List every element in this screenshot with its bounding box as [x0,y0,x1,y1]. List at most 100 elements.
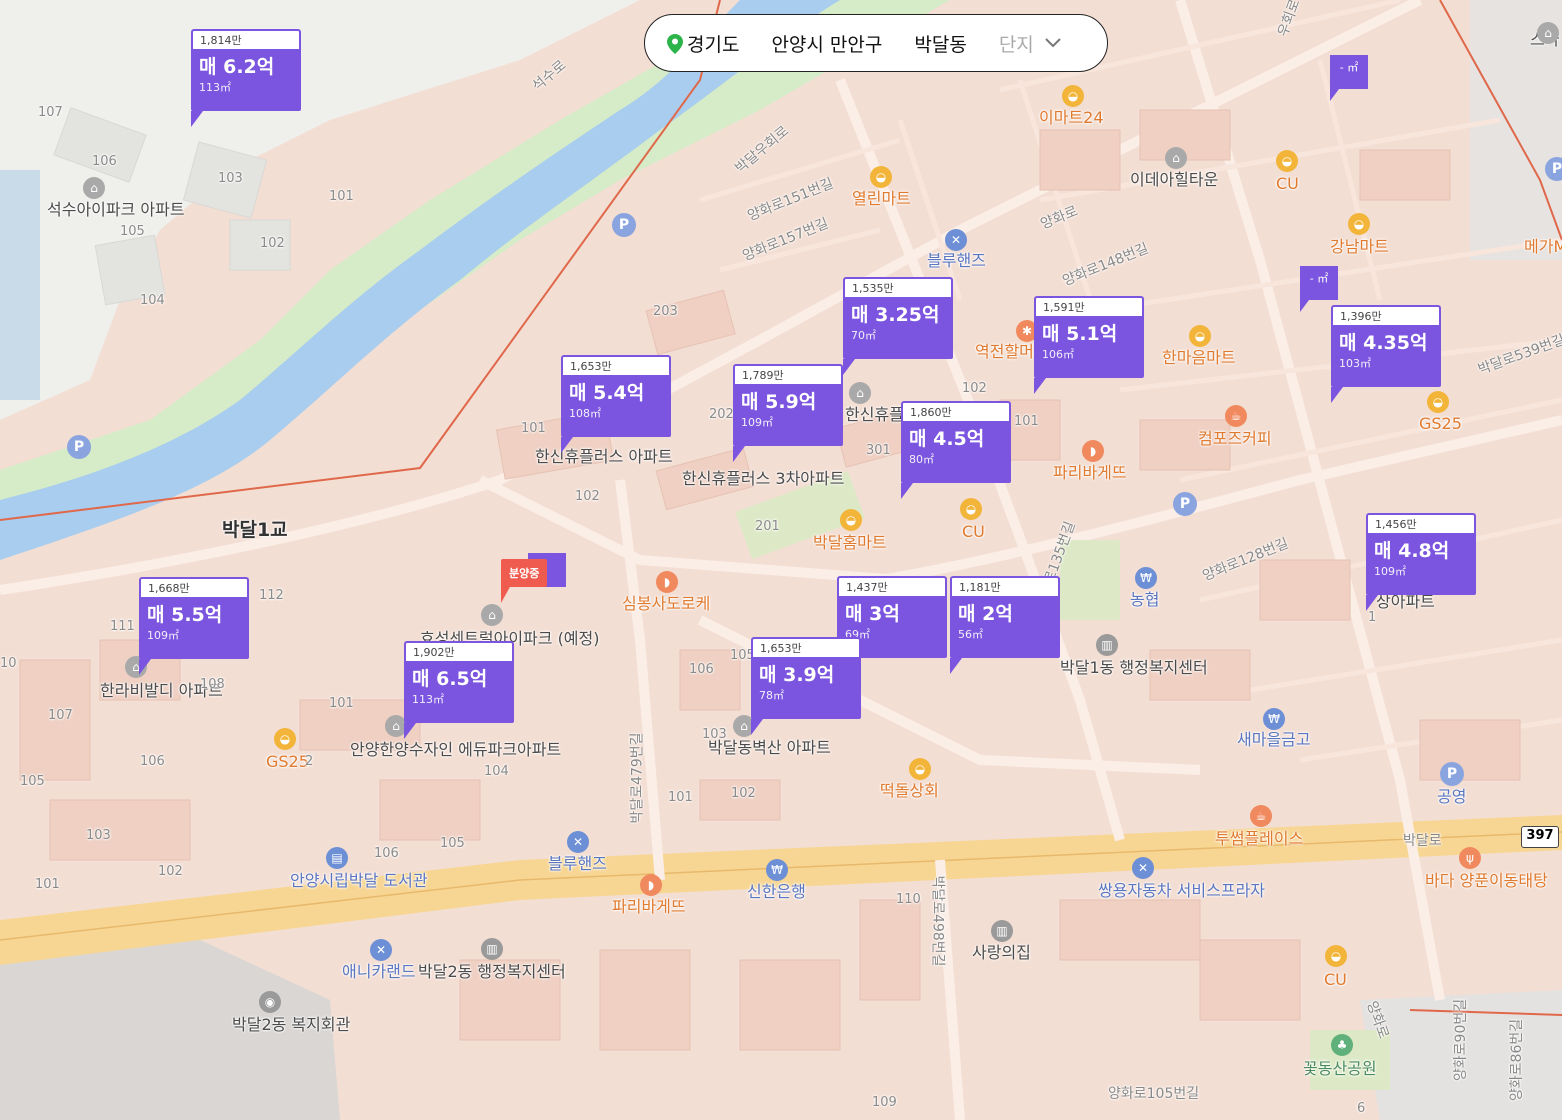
place-label[interactable]: 한신휴플러스 아파트 [535,447,673,467]
chevron-down-icon[interactable] [1044,34,1062,53]
place-label[interactable]: 신한은행 [747,882,806,902]
parking-icon[interactable]: P [612,213,636,237]
listing-marker[interactable]: 1,653만 매 3.9억 78㎡ [751,637,861,735]
building-icon[interactable]: ⌂ [1537,22,1559,44]
government-icon[interactable]: ▥ [1096,634,1118,656]
cafe-icon[interactable]: ☕ [1250,805,1272,827]
food-icon[interactable]: ◗ [656,571,678,593]
store-icon[interactable]: ◒ [870,166,892,188]
listing-marker[interactable]: 1,668만 매 5.5억 109㎡ [139,577,249,675]
listing-marker[interactable]: 1,902만 매 6.5억 113㎡ [404,641,514,739]
place-label[interactable]: GS25 [1419,414,1462,434]
store-icon[interactable]: ◒ [1189,325,1211,347]
place-label[interactable]: 바다 양푼이동태탕 [1425,871,1548,891]
place-label[interactable]: 컴포즈커피 [1198,429,1272,449]
place-label[interactable]: 투썸플레이스 [1215,829,1303,849]
park-icon[interactable]: ♣ [1331,1034,1353,1056]
place-label[interactable]: 농협 [1130,590,1159,610]
place-label[interactable]: GS25 [266,752,309,772]
apartment-icon[interactable]: ⌂ [849,382,871,404]
parking-icon[interactable]: P [1440,762,1464,786]
breadcrumb-dong[interactable]: 박달동 [898,30,982,57]
place-label[interactable]: 안양한양수자인 에듀파크아파트 [350,740,561,760]
wrench-icon[interactable]: ✕ [1132,857,1154,879]
restaurant-icon[interactable]: ψ [1459,847,1481,869]
parking-icon[interactable]: P [67,435,91,459]
place-label[interactable]: 파리바게뜨 [612,897,686,917]
place-label[interactable]: CU [1324,970,1347,990]
listing-marker[interactable]: 1,456만 매 4.8억 109㎡ [1366,513,1476,611]
place-label[interactable]: 박달1동 행정복지센터 [1060,658,1208,678]
listing-marker[interactable]: 1,789만 매 5.9억 109㎡ [733,364,843,462]
listing-marker[interactable]: 1,396만 매 4.35억 103㎡ [1331,305,1441,403]
bakery-icon[interactable]: ◗ [1082,440,1104,462]
breadcrumb-complex-select[interactable]: 단지 [983,30,1050,57]
listing-marker[interactable]: 1,591만 매 5.1억 106㎡ [1034,296,1144,394]
place-label[interactable]: 블루핸즈 [548,854,607,874]
place-label[interactable]: 사랑의집 [972,943,1031,963]
place-label[interactable]: 파리바게뜨 [1053,463,1127,483]
place-label[interactable]: 떡돌상회 [880,781,939,801]
listing-marker[interactable]: 1,535만 매 3.25억 70㎡ [843,277,953,375]
building-icon[interactable]: ▥ [991,920,1013,942]
bank-icon[interactable]: ₩ [1263,708,1285,730]
place-label[interactable]: 열린마트 [852,189,911,209]
wrench-icon[interactable]: ✕ [567,831,589,853]
place-label[interactable]: 쌍용자동차 서비스프라자 [1098,881,1265,901]
bridge-label[interactable]: 박달1교 [222,520,288,540]
listing-marker-mini[interactable]: - ㎡ [1330,55,1368,101]
store-icon[interactable]: ◒ [840,509,862,531]
place-label[interactable]: 역전할머 [975,342,1034,362]
place-label[interactable]: 박달2동 복지회관 [232,1015,350,1035]
place-label[interactable]: 박달2동 행정복지센터 [418,962,566,982]
parking-icon[interactable]: P [1173,492,1197,516]
bank-icon[interactable]: ₩ [766,859,788,881]
place-label[interactable]: 꽃동산공원 [1303,1059,1377,1079]
listing-marker[interactable]: 1,181만 매 2억 56㎡ [950,576,1060,674]
place-label[interactable]: 공영 [1437,787,1466,807]
wrench-icon[interactable]: ✕ [945,229,967,251]
apartment-icon[interactable]: ⌂ [83,177,105,199]
place-label[interactable]: 블루핸즈 [927,251,986,271]
place-label[interactable]: CU [1276,174,1299,194]
cafe-icon[interactable]: ☕ [1225,405,1247,427]
store-icon[interactable]: ◒ [1348,213,1370,235]
breadcrumb-city[interactable]: 안양시 만안구 [755,30,898,57]
library-icon[interactable]: ▤ [326,847,348,869]
government-icon[interactable]: ▥ [481,938,503,960]
wrench-icon[interactable]: ✕ [370,939,392,961]
store-icon[interactable]: ◒ [1062,85,1084,107]
listing-marker[interactable]: 1,653만 매 5.4억 108㎡ [561,355,671,453]
sale-status-tag[interactable]: 분양중 [501,559,548,587]
place-label[interactable]: 이데아힐타운 [1130,170,1218,190]
store-icon[interactable]: ◒ [1276,150,1298,172]
place-label[interactable]: 박달홈마트 [813,533,887,553]
place-label[interactable]: CU [962,522,985,542]
store-icon[interactable]: ◒ [274,728,296,750]
store-icon[interactable]: ◒ [960,498,982,520]
place-label[interactable]: 강남마트 [1330,237,1389,257]
store-icon[interactable]: ◒ [909,758,931,780]
breadcrumb-province[interactable]: 경기도 [681,30,755,57]
place-label[interactable]: 애니카랜드 [342,962,416,982]
listing-marker[interactable]: 1,814만 매 6.2억 113㎡ [191,29,301,127]
place-label[interactable]: 한마음마트 [1162,348,1236,368]
store-icon[interactable]: ◒ [1325,945,1347,967]
place-label[interactable]: 메가M [1524,237,1562,257]
place-label[interactable]: 상아파트 [1376,592,1435,612]
listing-marker[interactable]: 1,860만 매 4.5억 80㎡ [901,401,1011,499]
apartment-icon[interactable]: ⌂ [1165,147,1187,169]
apartment-icon[interactable]: ⌂ [481,604,503,626]
bakery-icon[interactable]: ◗ [640,874,662,896]
bank-icon[interactable]: ₩ [1135,567,1157,589]
place-label[interactable]: 심봉사도로케 [622,594,710,614]
place-label[interactable]: 석수아이파크 아파트 [47,200,185,220]
place-label[interactable]: 안양시립박달 도서관 [290,871,428,891]
parking-icon[interactable]: P [1545,157,1562,181]
place-label[interactable]: 한신휴플러스 3차아파트 [682,469,844,489]
store-icon[interactable]: ◒ [1427,391,1449,413]
place-label[interactable]: 새마을금고 [1237,730,1311,750]
place-label[interactable]: 이마트24 [1039,108,1104,128]
welfare-icon[interactable]: ◉ [259,991,281,1013]
listing-marker-mini[interactable]: - ㎡ [1300,266,1338,312]
